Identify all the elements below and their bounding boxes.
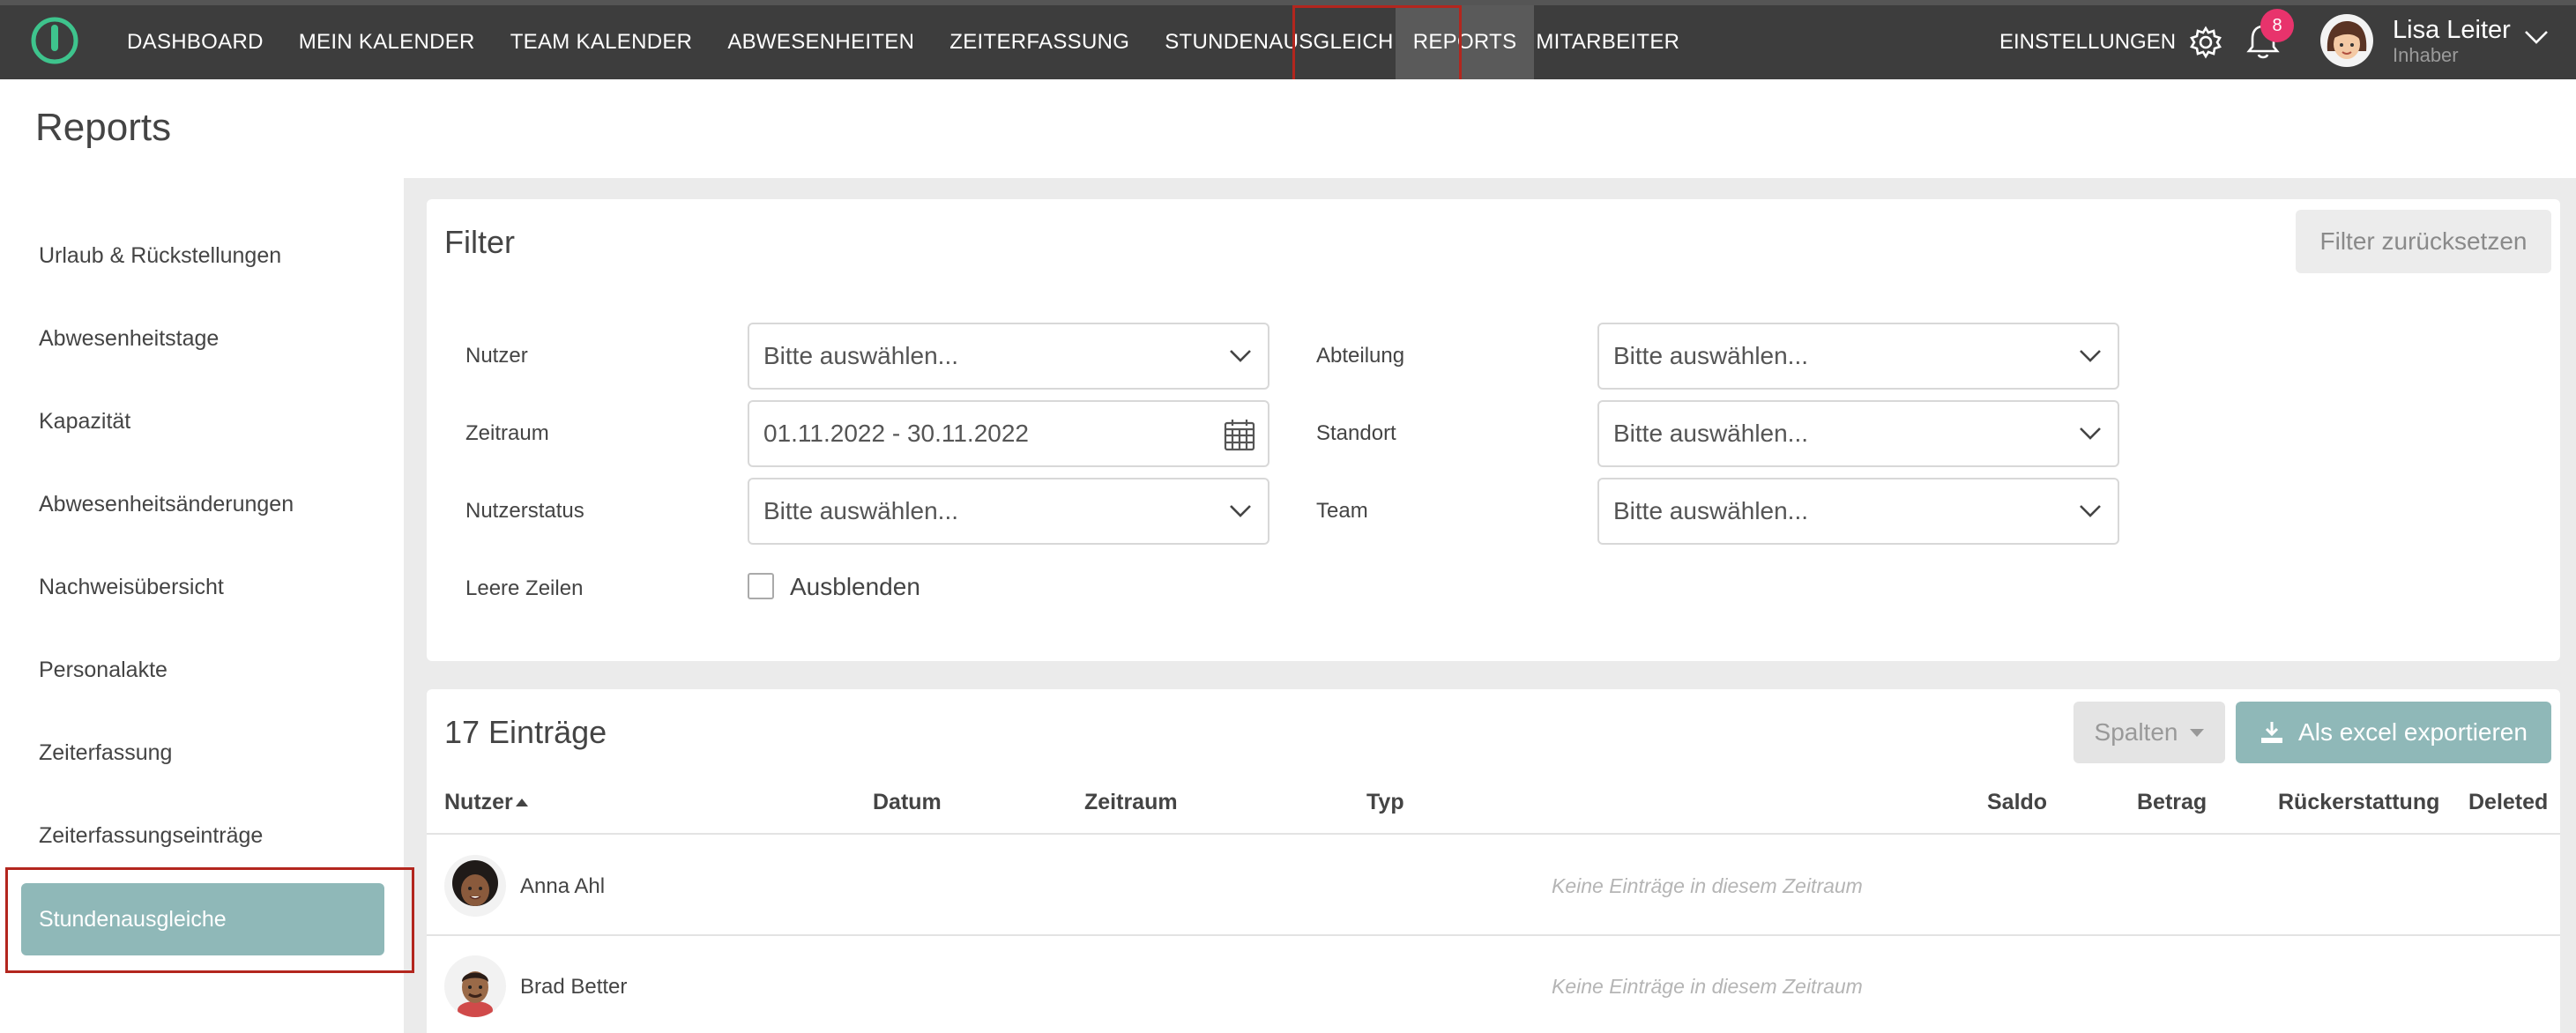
user-avatar-brad-icon: [458, 971, 493, 1017]
page-title: Reports: [35, 106, 172, 149]
row-divider: [427, 934, 2560, 936]
column-header-betrag[interactable]: Betrag: [2137, 790, 2207, 815]
gear-icon: [2190, 26, 2222, 59]
chevron-down-icon: [2080, 505, 2101, 517]
nav-abwesenheiten[interactable]: ABWESENHEITEN: [710, 5, 932, 79]
team-select[interactable]: Bitte auswählen...: [1597, 478, 2119, 545]
nav-mein-kalender[interactable]: MEIN KALENDER: [281, 5, 493, 79]
sidebar-item-kapazitaet[interactable]: Kapazität: [39, 409, 130, 435]
chevron-down-icon: [1230, 350, 1251, 362]
zeitraum-label: Zeitraum: [465, 421, 549, 445]
row-empty-note: Keine Einträge in diesem Zeitraum: [1552, 874, 1863, 897]
reset-filter-button[interactable]: Filter zurücksetzen: [2296, 210, 2551, 273]
calendar-icon[interactable]: [1224, 418, 1255, 451]
sidebar-item-nachweisuebersicht[interactable]: Nachweisübersicht: [39, 575, 224, 600]
column-header-datum[interactable]: Datum: [873, 790, 942, 815]
nav-zeiterfassung[interactable]: ZEITERFASSUNG: [932, 5, 1147, 79]
nav-dashboard[interactable]: DASHBOARD: [109, 5, 281, 79]
export-button-label: Als excel exportieren: [2298, 718, 2528, 746]
caret-down-icon: [2190, 728, 2205, 737]
sort-ascending-icon[interactable]: [516, 799, 528, 806]
notification-badge: 8: [2260, 9, 2294, 42]
nutzerstatus-select[interactable]: Bitte auswählen...: [748, 478, 1269, 545]
columns-button-label: Spalten: [2094, 718, 2178, 746]
abteilung-select[interactable]: Bitte auswählen...: [1597, 323, 2119, 390]
column-header-deleted[interactable]: Deleted: [2468, 790, 2548, 815]
settings-label: EINSTELLUNGEN: [1999, 30, 2177, 54]
sidebar-item-urlaub-rueckstellungen[interactable]: Urlaub & Rückstellungen: [39, 243, 281, 269]
sidebar-item-abwesenheitstage[interactable]: Abwesenheitstage: [39, 326, 219, 352]
abteilung-select-value: Bitte auswählen...: [1613, 342, 1809, 369]
nutzer-label: Nutzer: [465, 344, 528, 368]
nav-stundenausgleich[interactable]: STUNDENAUSGLEICH: [1147, 5, 1396, 79]
avatar: [444, 955, 506, 1017]
user-role: Inhaber: [2393, 44, 2459, 66]
settings-link[interactable]: EINSTELLUNGEN: [1999, 5, 2223, 79]
user-avatar-anna-icon: [452, 860, 498, 906]
sidebar-item-zeiterfassung[interactable]: Zeiterfassung: [39, 740, 172, 766]
filter-card: [427, 199, 2560, 661]
chevron-down-icon[interactable]: [2523, 28, 2550, 46]
nav-mitarbeiter[interactable]: MITARBEITER: [1534, 5, 1697, 79]
column-header-rueckerstattung[interactable]: Rückerstattung: [2278, 790, 2439, 815]
zeitraum-value: 01.11.2022 - 30.11.2022: [763, 420, 1029, 447]
user-face-icon: [2327, 21, 2367, 59]
app-logo-icon[interactable]: [30, 16, 79, 65]
sidebar-item-abwesenheitsaenderungen[interactable]: Abwesenheitsänderungen: [39, 492, 294, 517]
header-divider: [427, 833, 2560, 835]
leere-zeilen-label: Leere Zeilen: [465, 576, 584, 600]
team-select-value: Bitte auswählen...: [1613, 497, 1809, 524]
column-header-typ[interactable]: Typ: [1366, 790, 1404, 815]
row-user-name[interactable]: Brad Better: [520, 975, 627, 1000]
columns-dropdown-button[interactable]: Spalten: [2073, 702, 2225, 763]
download-icon: [2261, 722, 2283, 743]
nav-team-kalender[interactable]: TEAM KALENDER: [493, 5, 711, 79]
user-name[interactable]: Lisa Leiter: [2393, 16, 2511, 45]
sidebar-item-stundenausgleiche[interactable]: Stundenausgleiche: [21, 883, 384, 955]
chevron-down-icon: [1230, 505, 1251, 517]
zeitraum-date-range-input[interactable]: 01.11.2022 - 30.11.2022: [748, 400, 1269, 467]
ausblenden-checkbox[interactable]: [748, 573, 774, 599]
nutzer-select-value: Bitte auswählen...: [763, 342, 959, 369]
avatar: [444, 855, 506, 917]
row-empty-note: Keine Einträge in diesem Zeitraum: [1552, 975, 1863, 998]
ausblenden-checkbox-label[interactable]: Ausblenden: [790, 573, 920, 601]
nutzer-select[interactable]: Bitte auswählen...: [748, 323, 1269, 390]
page-header: [0, 79, 2576, 178]
nav-reports[interactable]: REPORTS: [1395, 5, 1535, 79]
column-header-zeitraum[interactable]: Zeitraum: [1084, 790, 1178, 815]
export-excel-button[interactable]: Als excel exportieren: [2236, 702, 2551, 763]
user-avatar[interactable]: [2320, 14, 2373, 67]
chevron-down-icon: [2080, 350, 2101, 362]
standort-select[interactable]: Bitte auswählen...: [1597, 400, 2119, 467]
filter-title: Filter: [444, 224, 515, 260]
column-header-nutzer[interactable]: Nutzer: [444, 790, 513, 815]
row-user-name[interactable]: Anna Ahl: [520, 874, 605, 899]
sidebar-item-personalakte[interactable]: Personalakte: [39, 658, 168, 683]
column-header-saldo[interactable]: Saldo: [1987, 790, 2047, 815]
abteilung-label: Abteilung: [1316, 344, 1405, 368]
nutzerstatus-select-value: Bitte auswählen...: [763, 497, 959, 524]
chevron-down-icon: [2080, 427, 2101, 440]
sidebar-item-zeiterfassungseintraege[interactable]: Zeiterfassungseinträge: [39, 823, 263, 849]
standort-select-value: Bitte auswählen...: [1613, 420, 1809, 447]
main-menu: DASHBOARD MEIN KALENDER TEAM KALENDER AB…: [109, 5, 1697, 79]
team-label: Team: [1316, 499, 1368, 523]
nutzerstatus-label: Nutzerstatus: [465, 499, 584, 523]
standort-label: Standort: [1316, 421, 1396, 445]
entries-count-title: 17 Einträge: [444, 714, 607, 750]
